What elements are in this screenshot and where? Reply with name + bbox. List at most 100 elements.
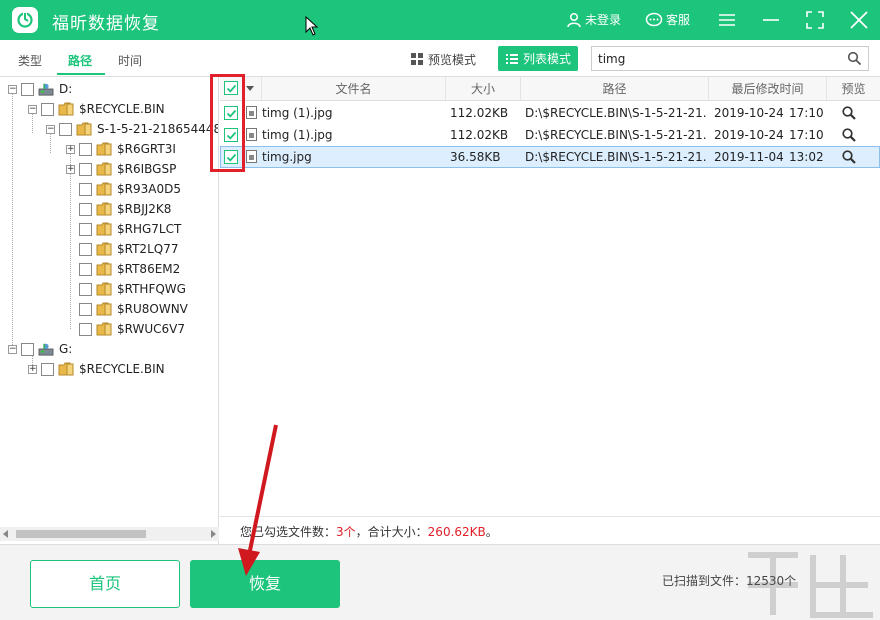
row-filename: timg (1).jpg	[262, 128, 333, 142]
tree-node-rthfqwg[interactable]: $RTHFQWG	[79, 280, 186, 298]
tree-node-drive-g[interactable]: − G:	[8, 340, 72, 358]
header-modified[interactable]: 最后修改时间	[709, 77, 827, 101]
preview-mode-label: 预览模式	[428, 52, 477, 67]
tree-node-rt2lq77[interactable]: $RT2LQ77	[79, 240, 178, 258]
close-icon	[850, 11, 868, 29]
row-path: D:\$RECYCLE.BIN\S-1-5-21-21...	[525, 150, 707, 164]
minimize-button[interactable]	[760, 9, 782, 31]
tree-checkbox[interactable]	[79, 182, 92, 196]
menu-button[interactable]	[716, 9, 738, 31]
app-logo-icon	[12, 7, 38, 33]
table-row[interactable]: timg (1).jpg 112.02KB D:\$RECYCLE.BIN\S-…	[220, 102, 880, 124]
mouse-cursor-icon	[305, 16, 319, 36]
tree-node-label: S-1-5-21-2186544480	[97, 122, 219, 136]
magnifier-icon[interactable]	[841, 149, 857, 165]
chat-icon	[645, 12, 663, 26]
collapse-toggle[interactable]: −	[46, 124, 55, 134]
table-row-selected[interactable]: timg.jpg 36.58KB D:\$RECYCLE.BIN\S-1-5-2…	[220, 146, 880, 168]
preview-mode-button[interactable]: 预览模式	[410, 47, 492, 71]
tree-checkbox[interactable]	[79, 282, 92, 296]
tree-node-r6grt3i[interactable]: + $R6GRT3I	[66, 140, 176, 158]
tree-checkbox[interactable]	[79, 222, 92, 236]
folder-icon	[96, 162, 112, 176]
tree-checkbox[interactable]	[79, 302, 92, 316]
tree-checkbox[interactable]	[79, 142, 92, 156]
folder-icon	[96, 202, 112, 216]
maximize-button[interactable]	[804, 9, 826, 31]
status-middle: ，合计大小：	[355, 525, 428, 539]
tree-node-r93a0d5[interactable]: $R93A0D5	[79, 180, 181, 198]
scroll-left-icon[interactable]	[3, 530, 8, 538]
scroll-thumb[interactable]	[16, 530, 146, 538]
tree-node-label: G:	[59, 342, 73, 356]
tree-node-recycle-bin-d[interactable]: − $RECYCLE.BIN	[28, 100, 165, 118]
active-tab-underline	[57, 73, 105, 75]
tree-connector	[70, 153, 71, 329]
collapse-toggle[interactable]: −	[28, 104, 37, 114]
tree-checkbox[interactable]	[41, 102, 54, 116]
tree-node-r6ibgsp[interactable]: + $R6IBGSP	[66, 160, 176, 178]
tab-path[interactable]: 路径	[68, 52, 92, 69]
folder-icon	[96, 322, 112, 336]
header-filename[interactable]: 文件名	[262, 77, 446, 101]
status-suffix: 。	[485, 525, 498, 539]
folder-icon	[96, 282, 112, 296]
checkbox-highlight-annotation	[210, 74, 245, 172]
list-mode-label: 列表模式	[522, 52, 571, 66]
login-button[interactable]: 未登录	[566, 11, 621, 28]
tree-node-label: $R93A0D5	[117, 182, 181, 196]
close-button[interactable]	[848, 9, 870, 31]
image-file-icon	[246, 150, 257, 163]
header-size[interactable]: 大小	[446, 77, 521, 101]
tree-node-rhg7lct[interactable]: $RHG7LCT	[79, 220, 181, 238]
tree-checkbox[interactable]	[59, 122, 72, 136]
tree-node-rt86em2[interactable]: $RT86EM2	[79, 260, 180, 278]
tree-checkbox[interactable]	[79, 242, 92, 256]
search-icon[interactable]	[847, 51, 862, 66]
expand-toggle[interactable]: +	[66, 144, 75, 154]
tree-node-rbjj2k8[interactable]: $RBJJ2K8	[79, 200, 171, 218]
tree-checkbox[interactable]	[41, 362, 54, 376]
collapse-toggle[interactable]: −	[8, 344, 17, 354]
tree-checkbox[interactable]	[79, 162, 92, 176]
list-icon	[505, 53, 518, 64]
collapse-toggle[interactable]: −	[8, 84, 17, 94]
tree-node-sid-folder[interactable]: − S-1-5-21-2186544480	[46, 120, 219, 138]
search-input[interactable]	[598, 50, 838, 68]
hamburger-icon	[719, 14, 735, 26]
tree-checkbox[interactable]	[21, 82, 34, 96]
folder-icon	[58, 102, 74, 116]
header-path[interactable]: 路径	[521, 77, 709, 101]
tree-checkbox[interactable]	[21, 342, 34, 356]
tree-node-ru8ownv[interactable]: $RU8OWNV	[79, 300, 188, 318]
dropdown-arrow-icon[interactable]	[246, 86, 254, 92]
annotation-arrow	[238, 424, 278, 576]
table-row[interactable]: timg (1).jpg 112.02KB D:\$RECYCLE.BIN\S-…	[220, 124, 880, 146]
tree-node-drive-d[interactable]: − D:	[8, 80, 72, 98]
service-label: 客服	[666, 13, 691, 27]
tree-horizontal-scrollbar[interactable]	[0, 527, 219, 541]
tree-node-label: $RT86EM2	[117, 262, 181, 276]
row-time: 17:10	[789, 106, 824, 120]
magnifier-icon[interactable]	[841, 127, 857, 143]
home-button[interactable]: 首页	[30, 560, 180, 608]
expand-toggle[interactable]: +	[66, 164, 75, 174]
scroll-right-icon[interactable]	[211, 530, 216, 538]
tree-node-rwuc6v7[interactable]: $RWUC6V7	[79, 320, 185, 338]
tree-checkbox[interactable]	[79, 322, 92, 336]
row-path: D:\$RECYCLE.BIN\S-1-5-21-21...	[525, 128, 707, 142]
customer-service-button[interactable]: 客服	[645, 11, 690, 28]
drive-icon	[38, 83, 54, 96]
tab-time[interactable]: 时间	[118, 52, 142, 69]
tree-node-label: $RHG7LCT	[117, 222, 182, 236]
tree-node-recycle-bin-g[interactable]: + $RECYCLE.BIN	[28, 360, 165, 378]
tree-checkbox[interactable]	[79, 262, 92, 276]
tab-type[interactable]: 类型	[18, 52, 42, 69]
status-total-size: 260.62KB	[427, 525, 486, 539]
expand-toggle[interactable]: +	[28, 364, 37, 374]
magnifier-icon[interactable]	[841, 105, 857, 121]
tree-checkbox[interactable]	[79, 202, 92, 216]
list-mode-button[interactable]: 列表模式	[498, 46, 578, 71]
row-filename: timg.jpg	[262, 150, 312, 164]
row-date: 2019-10-24	[714, 128, 784, 142]
